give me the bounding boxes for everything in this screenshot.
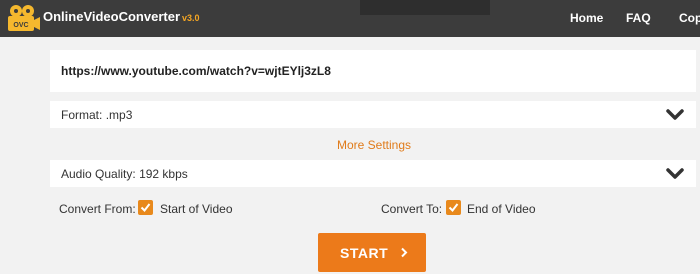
convert-to-checkbox[interactable] (446, 200, 461, 215)
format-label: Format: (61, 108, 103, 122)
format-display: Format: .mp3 (61, 108, 132, 122)
start-button[interactable]: START (318, 233, 426, 272)
quality-value: 192 kbps (139, 167, 188, 181)
convert-from-label: Convert From: (59, 202, 136, 216)
nav-home-link[interactable]: Home (570, 11, 603, 25)
nav-faq-link[interactable]: FAQ (626, 11, 651, 25)
chevron-down-icon[interactable] (666, 168, 684, 179)
logo-title[interactable]: OnlineVideoConverter v3.0 (43, 9, 200, 24)
audio-quality-select[interactable]: Audio Quality: 192 kbps (50, 160, 696, 187)
quality-display: Audio Quality: 192 kbps (61, 167, 188, 181)
logo-version: v3.0 (182, 13, 200, 23)
nav-copy-link[interactable]: Copy (679, 11, 700, 25)
checkmark-icon (448, 203, 459, 213)
more-settings-link[interactable]: More Settings (337, 138, 411, 152)
logo-badge: OVC (13, 22, 28, 29)
logo-name: OnlineVideoConverter (43, 9, 181, 24)
format-value: .mp3 (105, 108, 133, 122)
film-reel-icon[interactable]: OVC (6, 4, 40, 33)
quality-label: Audio Quality: (61, 167, 136, 181)
convert-to-value: End of Video (467, 202, 536, 216)
top-bar: OVC OnlineVideoConverter v3.0 Home FAQ Co… (0, 0, 700, 37)
url-input[interactable]: https://www.youtube.com/watch?v=wjtEYlj3… (50, 50, 696, 92)
checkmark-icon (140, 203, 151, 213)
convert-from-checkbox[interactable] (138, 200, 153, 215)
url-value: https://www.youtube.com/watch?v=wjtEYlj3… (61, 64, 331, 78)
convert-to-label: Convert To: (381, 202, 443, 216)
chevron-down-icon[interactable] (666, 109, 684, 120)
chevron-right-icon (401, 247, 408, 258)
start-button-label: START (340, 245, 389, 261)
format-select[interactable]: Format: .mp3 (50, 101, 696, 128)
convert-from-value: Start of Video (160, 202, 233, 216)
header-banner-shade (360, 0, 490, 15)
